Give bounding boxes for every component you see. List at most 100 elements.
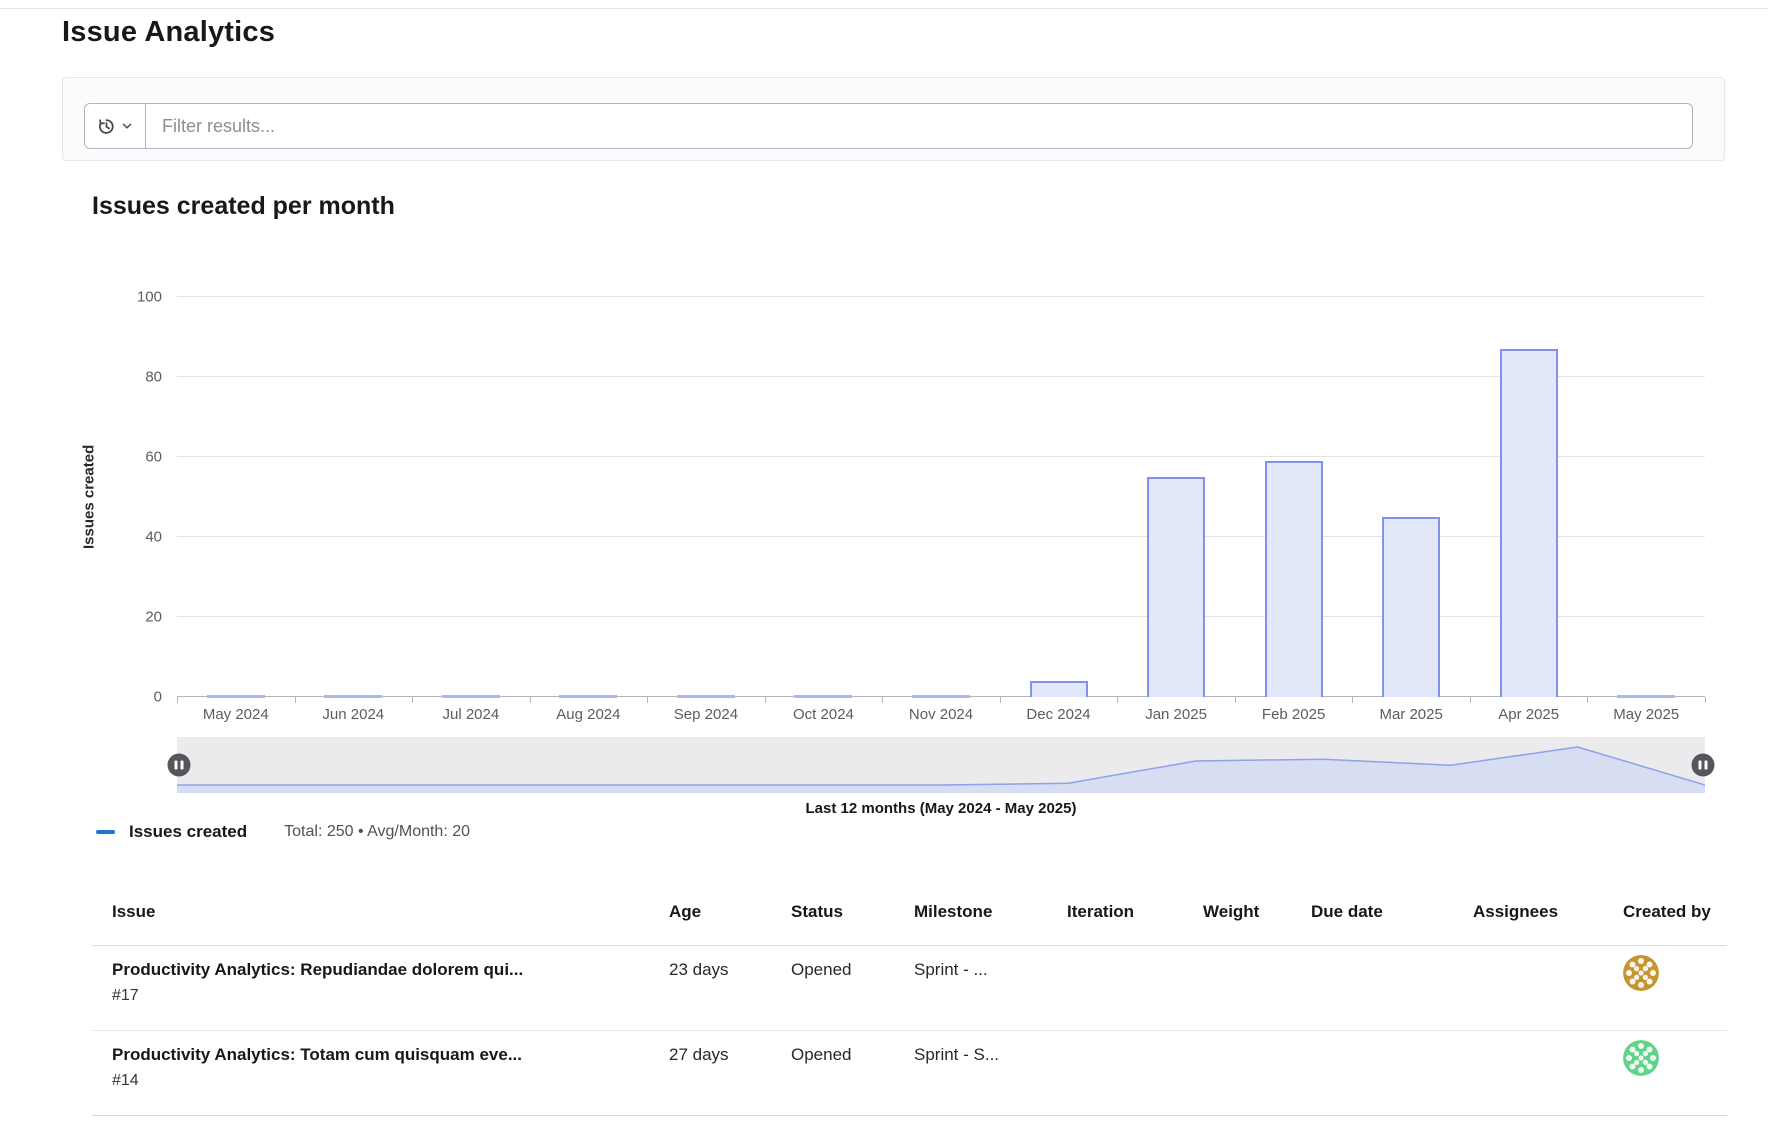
gridline-y-80 [177, 376, 1705, 377]
x-axis-tick-label: May 2025 [1613, 706, 1679, 723]
bar-sep-2024 [677, 695, 735, 698]
bar-oct-2024 [794, 695, 852, 698]
due-date-cell [1311, 946, 1473, 1030]
bar-dec-2024 [1030, 681, 1088, 697]
issue-title-link[interactable]: Productivity Analytics: Totam cum quisqu… [112, 1045, 669, 1065]
x-axis-tick-label: Jul 2024 [442, 706, 499, 723]
x-axis-tick-label: Jun 2024 [322, 706, 384, 723]
x-axis-tick-label: Nov 2024 [909, 706, 973, 723]
column-header-iteration: Iteration [1067, 902, 1203, 922]
x-axis-tick-label: Apr 2025 [1498, 706, 1559, 723]
due-date-cell [1311, 1031, 1473, 1115]
gridline-y-40 [177, 536, 1705, 537]
issue-cell: Productivity Analytics: Repudiandae dolo… [92, 946, 669, 1030]
bar-may-2024 [207, 695, 265, 698]
x-axis-tick [1117, 697, 1118, 703]
x-axis-tick [295, 697, 296, 703]
created-by-cell [1623, 1031, 1727, 1115]
x-axis-tick [1470, 697, 1471, 703]
bar-apr-2025 [1500, 349, 1558, 697]
weight-cell [1203, 1031, 1311, 1115]
filter-control [84, 103, 1693, 149]
bar-jan-2025 [1147, 477, 1205, 697]
y-axis-title: Issues created [78, 297, 100, 697]
x-axis-tick [1000, 697, 1001, 703]
issue-title-link[interactable]: Productivity Analytics: Repudiandae dolo… [112, 960, 669, 980]
bar-jun-2024 [324, 695, 382, 698]
chart-zoom-slider[interactable] [177, 737, 1705, 793]
created-by-avatar[interactable] [1623, 1040, 1727, 1076]
filter-results-input[interactable] [146, 103, 1693, 149]
zoom-slider-left-handle[interactable] [168, 754, 191, 777]
y-axis-tick-label: 60 [145, 449, 162, 466]
legend-series-label: Issues created [129, 822, 247, 842]
y-axis-tick-label: 40 [145, 529, 162, 546]
x-axis-tick [530, 697, 531, 703]
table-header-row: IssueAgeStatusMilestoneIterationWeightDu… [92, 878, 1727, 946]
history-icon [97, 117, 116, 136]
column-header-weight: Weight [1203, 902, 1311, 922]
issue-cell: Productivity Analytics: Totam cum quisqu… [92, 1031, 669, 1115]
age-cell: 23 days [669, 946, 791, 1030]
milestone-cell: Sprint - S... [914, 1031, 1067, 1115]
column-header-status: Status [791, 902, 914, 922]
x-axis-tick-label: Oct 2024 [793, 706, 854, 723]
filter-panel [62, 77, 1725, 161]
gridline-y-20 [177, 616, 1705, 617]
age-cell: 27 days [669, 1031, 791, 1115]
gridline-y-100 [177, 296, 1705, 297]
zoom-slider-right-handle[interactable] [1692, 754, 1715, 777]
x-axis-tick-label: May 2024 [203, 706, 269, 723]
x-axis-tick [1587, 697, 1588, 703]
bar-nov-2024 [912, 695, 970, 698]
bar-mar-2025 [1382, 517, 1440, 697]
column-header-milestone: Milestone [914, 902, 1067, 922]
status-cell: Opened [791, 946, 914, 1030]
issues-per-month-chart: 020406080100May 2024Jun 2024Jul 2024Aug … [177, 297, 1705, 697]
gridline-y-60 [177, 456, 1705, 457]
column-header-age: Age [669, 902, 791, 922]
x-axis-tick [882, 697, 883, 703]
assignees-cell [1473, 1031, 1623, 1115]
y-axis-tick-label: 80 [145, 369, 162, 386]
chart-legend-item[interactable]: Issues created Total: 250 • Avg/Month: 2… [96, 822, 470, 842]
y-axis-tick-label: 0 [154, 689, 162, 706]
x-axis-tick [1705, 697, 1706, 703]
page-title: Issue Analytics [62, 16, 275, 49]
x-axis-tick-label: Jan 2025 [1145, 706, 1207, 723]
column-header-created-by: Created by [1623, 902, 1727, 922]
chart-title: Issues created per month [92, 192, 395, 221]
weight-cell [1203, 946, 1311, 1030]
issues-table: IssueAgeStatusMilestoneIterationWeightDu… [92, 878, 1727, 1116]
top-divider [0, 8, 1768, 9]
x-axis-tick [412, 697, 413, 703]
status-cell: Opened [791, 1031, 914, 1115]
filter-history-button[interactable] [84, 103, 146, 149]
x-axis-tick-label: Sep 2024 [674, 706, 738, 723]
milestone-cell: Sprint - ... [914, 946, 1067, 1030]
zoom-preview-area [177, 737, 1705, 793]
y-axis-tick-label: 20 [145, 609, 162, 626]
created-by-avatar[interactable] [1623, 955, 1727, 991]
column-header-assignees: Assignees [1473, 902, 1623, 922]
legend-color-dash [96, 830, 115, 834]
x-axis-tick [765, 697, 766, 703]
x-axis-tick-label: Feb 2025 [1262, 706, 1325, 723]
table-row: Productivity Analytics: Repudiandae dolo… [92, 946, 1727, 1031]
created-by-cell [1623, 946, 1727, 1030]
x-axis-tick [1352, 697, 1353, 703]
bar-jul-2024 [442, 695, 500, 698]
x-axis-tick-label: Aug 2024 [556, 706, 620, 723]
bar-may-2025 [1617, 695, 1675, 698]
bar-feb-2025 [1265, 461, 1323, 697]
column-header-due-date: Due date [1311, 902, 1473, 922]
issue-reference: #14 [112, 1072, 669, 1090]
bar-aug-2024 [559, 695, 617, 698]
x-axis-tick [647, 697, 648, 703]
zoom-range-caption: Last 12 months (May 2024 - May 2025) [177, 800, 1705, 817]
y-axis-tick-label: 100 [137, 289, 162, 306]
iteration-cell [1067, 946, 1203, 1030]
legend-summary: Total: 250 • Avg/Month: 20 [284, 823, 470, 841]
x-axis-tick [1235, 697, 1236, 703]
chevron-down-icon [121, 120, 133, 132]
